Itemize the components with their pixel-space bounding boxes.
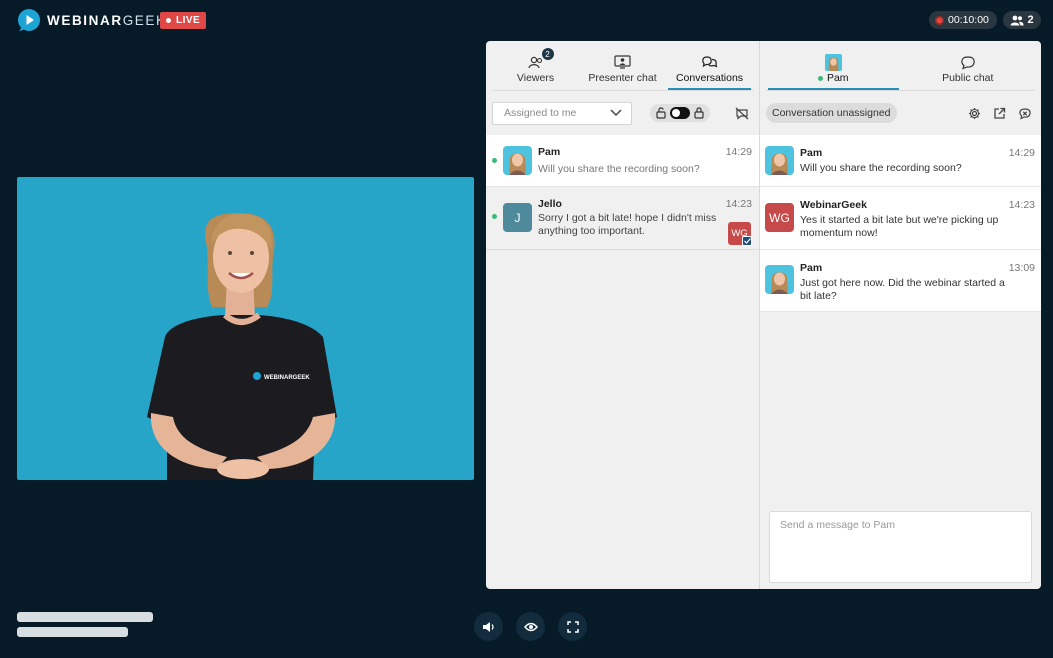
conversation-time: 14:23 (725, 198, 752, 210)
external-link-icon (994, 107, 1006, 119)
conversation-name: Jello (538, 198, 562, 210)
left-tabs: 2 Viewers Presenter chat Conversations (492, 41, 753, 91)
message-time: 14:29 (1008, 147, 1035, 159)
viewers-count-button[interactable]: 2 (1003, 11, 1041, 29)
webinargeek-logo: WEBINARGEEK (17, 8, 167, 32)
tab-conversations[interactable]: Conversations (666, 41, 753, 90)
lock-open-icon[interactable] (656, 107, 666, 119)
hide-chats-button[interactable] (735, 107, 749, 120)
volume-button[interactable] (474, 612, 503, 641)
pam-avatar-icon (824, 53, 842, 71)
conversation-preview: Sorry I got a bit late! hope I didn't mi… (538, 212, 717, 237)
message-item: Pam 14:29 Will you share the recording s… (760, 135, 1041, 187)
logo-text: WEBINARGEEK (47, 12, 167, 28)
message-text: Will you share the recording soon? (800, 162, 962, 174)
message-time: 14:23 (1008, 199, 1035, 211)
lock-icon[interactable] (694, 107, 704, 119)
tab-pam-label: Pam (826, 72, 849, 84)
video-controls (474, 612, 587, 641)
message-author: WebinarGeek (800, 199, 867, 211)
conversation-filter-bar: Assigned to me (486, 91, 759, 135)
settings-button[interactable] (968, 107, 981, 120)
open-external-button[interactable] (993, 107, 1006, 120)
video-stream[interactable]: WEBINARGEEK (17, 177, 474, 480)
checkmark-icon (742, 236, 752, 246)
presenter-screen-icon (614, 55, 631, 69)
live-badge: LIVE (160, 12, 207, 29)
people-icon (1010, 15, 1025, 25)
avatar (765, 146, 794, 175)
list-item[interactable]: J Jello 14:23 Sorry I got a bit late! ho… (486, 187, 759, 250)
avatar: J (503, 203, 532, 232)
message-author: Pam (800, 147, 823, 159)
avatar: WG (765, 203, 794, 232)
eye-icon (523, 622, 538, 631)
volume-icon (483, 621, 494, 632)
assignment-filter-select[interactable]: Assigned to me (492, 101, 632, 125)
viewers-count-text: 2 (1027, 14, 1034, 26)
presenter-video-image: WEBINARGEEK (147, 213, 337, 480)
visibility-button[interactable] (516, 612, 545, 641)
list-item[interactable]: Pam 14:29 Will you share the recording s… (486, 135, 759, 187)
conversations-column: 2 Viewers Presenter chat Conversations A… (486, 41, 760, 589)
tab-conversations-label: Conversations (675, 72, 744, 84)
live-dot-icon (166, 18, 171, 23)
message-input[interactable]: Send a message to Pam (769, 511, 1032, 583)
message-time: 13:09 (1008, 262, 1035, 274)
chat-off-icon (735, 107, 749, 120)
avatar (503, 146, 532, 175)
timer-text: 00:10:00 (948, 14, 989, 26)
recording-timer[interactable]: 00:10:00 (929, 11, 997, 29)
online-status-dot (492, 158, 497, 163)
conversation-time: 14:29 (725, 146, 752, 158)
close-conversation-button[interactable] (1018, 107, 1032, 120)
tab-public-chat[interactable]: Public chat (901, 41, 1036, 90)
avatar (765, 265, 794, 294)
chevron-down-icon (610, 109, 622, 117)
message-list: Pam 14:29 Will you share the recording s… (760, 135, 1041, 312)
online-status-dot (817, 75, 823, 81)
online-status-dot (492, 214, 497, 219)
fullscreen-button[interactable] (558, 612, 587, 641)
gear-icon (969, 107, 980, 119)
tab-presenter-chat-label: Presenter chat (588, 72, 657, 84)
tab-public-chat-label: Public chat (942, 72, 994, 84)
conversation-preview: Will you share the recording soon? (538, 163, 700, 175)
assignment-filter-value: Assigned to me (504, 107, 577, 119)
chat-close-icon (1019, 107, 1031, 120)
right-tabs: Pam Public chat (766, 41, 1035, 91)
message-text: Yes it started a bit late but we're pick… (800, 214, 999, 239)
conversation-name: Pam (538, 146, 561, 158)
conversation-actions (968, 107, 1035, 120)
conversation-toolbar: Conversation unassigned (760, 91, 1041, 135)
message-item: Pam 13:09 Just got here now. Did the web… (760, 250, 1041, 312)
message-text: Just got here now. Did the webinar start… (800, 277, 1005, 302)
tab-viewers-label: Viewers (516, 72, 555, 84)
logo-play-icon (18, 9, 40, 31)
tab-pam[interactable]: Pam (766, 41, 901, 90)
tab-viewers[interactable]: 2 Viewers (492, 41, 579, 90)
status-badge[interactable]: Conversation unassigned (766, 103, 897, 123)
viewers-badge: 2 (541, 48, 554, 60)
viewers-icon (527, 56, 542, 68)
interaction-panel: 2 Viewers Presenter chat Conversations A… (486, 41, 1041, 589)
message-input-placeholder: Send a message to Pam (780, 519, 895, 531)
message-author: Pam (800, 262, 823, 274)
lock-toggle-group (650, 104, 710, 122)
tab-presenter-chat[interactable]: Presenter chat (579, 41, 666, 90)
live-label: LIVE (176, 15, 201, 26)
conversations-icon (702, 56, 718, 68)
fullscreen-icon (566, 620, 579, 633)
message-item: WG WebinarGeek 14:23 Yes it started a bi… (760, 187, 1041, 250)
chat-bubble-icon (961, 55, 975, 70)
record-dot-icon (935, 15, 944, 25)
conversation-list: Pam 14:29 Will you share the recording s… (486, 135, 759, 250)
assignee-avatar: WG (728, 222, 752, 246)
chat-column: Pam Public chat Conversation unassigned (760, 41, 1041, 589)
shirt-logo-text: WEBINARGEEK (264, 375, 310, 381)
lock-toggle[interactable] (670, 107, 690, 119)
